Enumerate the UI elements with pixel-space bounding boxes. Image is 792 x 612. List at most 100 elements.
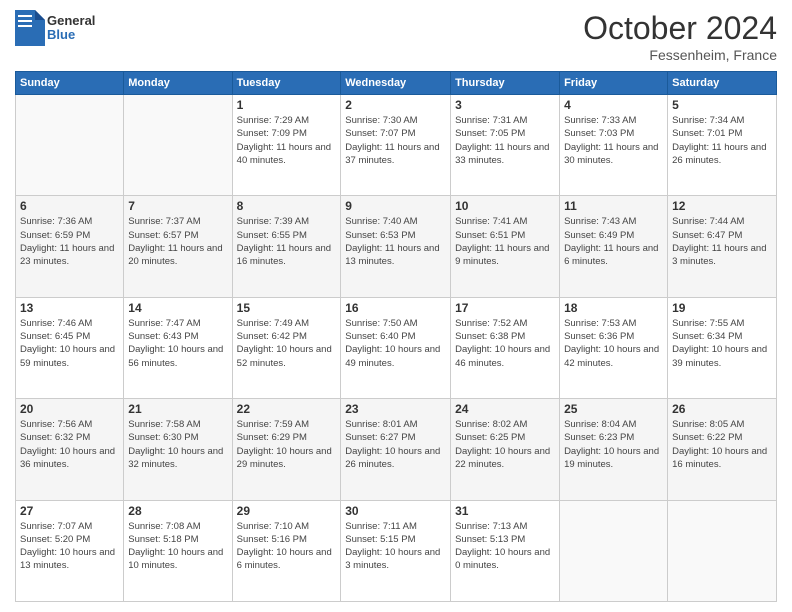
calendar-cell: 29 Sunrise: 7:10 AMSunset: 5:16 PMDayligh… — [232, 500, 341, 601]
day-number: 5 — [672, 98, 772, 112]
day-info: Sunrise: 7:49 AMSunset: 6:42 PMDaylight:… — [237, 317, 337, 370]
calendar-cell: 5 Sunrise: 7:34 AMSunset: 7:01 PMDaylight… — [668, 95, 777, 196]
calendar-cell: 14Sunrise: 7:47 AMSunset: 6:43 PMDayligh… — [124, 297, 232, 398]
day-number: 3 — [455, 98, 555, 112]
day-header-tuesday: Tuesday — [232, 72, 341, 95]
calendar-cell: 31 Sunrise: 7:13 AMSunset: 5:13 PMDayligh… — [451, 500, 560, 601]
calendar-cell: 22 Sunrise: 7:59 AMSunset: 6:29 PMDayligh… — [232, 399, 341, 500]
day-info: Sunrise: 7:10 AMSunset: 5:16 PMDaylight:… — [237, 520, 337, 573]
calendar-cell: 28Sunrise: 7:08 AMSunset: 5:18 PMDayligh… — [124, 500, 232, 601]
calendar-cell: 26 Sunrise: 8:05 AMSunset: 6:22 PMDayligh… — [668, 399, 777, 500]
calendar-cell: 20 Sunrise: 7:56 AMSunset: 6:32 PMDayligh… — [16, 399, 124, 500]
calendar-cell — [124, 95, 232, 196]
calendar-cell: 16 Sunrise: 7:50 AMSunset: 6:40 PMDayligh… — [341, 297, 451, 398]
day-info: Sunrise: 8:01 AMSunset: 6:27 PMDaylight:… — [345, 418, 446, 471]
day-number: 25 — [564, 402, 663, 416]
calendar-cell — [16, 95, 124, 196]
calendar-cell: 11Sunrise: 7:43 AMSunset: 6:49 PMDayligh… — [560, 196, 668, 297]
day-info: Sunrise: 7:52 AMSunset: 6:38 PMDaylight:… — [455, 317, 555, 370]
calendar-cell: 4 Sunrise: 7:33 AMSunset: 7:03 PMDaylight… — [560, 95, 668, 196]
day-info: Sunrise: 7:44 AMSunset: 6:47 PMDaylight:… — [672, 215, 772, 268]
logo: General Blue — [15, 10, 95, 46]
day-number: 6 — [20, 199, 119, 213]
day-info: Sunrise: 7:55 AMSunset: 6:34 PMDaylight:… — [672, 317, 772, 370]
day-header-sunday: Sunday — [16, 72, 124, 95]
day-info: Sunrise: 7:40 AMSunset: 6:53 PMDaylight:… — [345, 215, 446, 268]
day-number: 8 — [237, 199, 337, 213]
day-info: Sunrise: 7:31 AMSunset: 7:05 PMDaylight:… — [455, 114, 555, 167]
logo-general: General — [47, 14, 95, 28]
day-header-saturday: Saturday — [668, 72, 777, 95]
day-info: Sunrise: 8:05 AMSunset: 6:22 PMDaylight:… — [672, 418, 772, 471]
calendar-cell: 1 Sunrise: 7:29 AMSunset: 7:09 PMDaylight… — [232, 95, 341, 196]
day-header-thursday: Thursday — [451, 72, 560, 95]
calendar-cell: 23 Sunrise: 8:01 AMSunset: 6:27 PMDayligh… — [341, 399, 451, 500]
day-info: Sunrise: 7:58 AMSunset: 6:30 PMDaylight:… — [128, 418, 227, 471]
day-number: 9 — [345, 199, 446, 213]
month-title: October 2024 — [583, 10, 777, 47]
logo-icon — [15, 10, 45, 46]
day-number: 24 — [455, 402, 555, 416]
calendar-page: General Blue October 2024 Fessenheim, Fr… — [0, 0, 792, 612]
day-number: 31 — [455, 504, 555, 518]
day-info: Sunrise: 7:11 AMSunset: 5:15 PMDaylight:… — [345, 520, 446, 573]
logo-text: General Blue — [47, 14, 95, 43]
day-info: Sunrise: 7:41 AMSunset: 6:51 PMDaylight:… — [455, 215, 555, 268]
day-number: 12 — [672, 199, 772, 213]
calendar-cell: 30 Sunrise: 7:11 AMSunset: 5:15 PMDayligh… — [341, 500, 451, 601]
day-number: 22 — [237, 402, 337, 416]
calendar-cell: 24 Sunrise: 8:02 AMSunset: 6:25 PMDayligh… — [451, 399, 560, 500]
day-info: Sunrise: 7:53 AMSunset: 6:36 PMDaylight:… — [564, 317, 663, 370]
calendar-week-row: 20 Sunrise: 7:56 AMSunset: 6:32 PMDayligh… — [16, 399, 777, 500]
day-info: Sunrise: 7:13 AMSunset: 5:13 PMDaylight:… — [455, 520, 555, 573]
day-info: Sunrise: 7:30 AMSunset: 7:07 PMDaylight:… — [345, 114, 446, 167]
logo-blue: Blue — [47, 28, 95, 42]
day-number: 13 — [20, 301, 119, 315]
calendar-cell: 21Sunrise: 7:58 AMSunset: 6:30 PMDayligh… — [124, 399, 232, 500]
header-row: SundayMondayTuesdayWednesdayThursdayFrid… — [16, 72, 777, 95]
calendar-cell — [668, 500, 777, 601]
calendar-cell: 18Sunrise: 7:53 AMSunset: 6:36 PMDayligh… — [560, 297, 668, 398]
calendar-table: SundayMondayTuesdayWednesdayThursdayFrid… — [15, 71, 777, 602]
day-info: Sunrise: 7:08 AMSunset: 5:18 PMDaylight:… — [128, 520, 227, 573]
day-number: 7 — [128, 199, 227, 213]
day-number: 4 — [564, 98, 663, 112]
calendar-cell: 9 Sunrise: 7:40 AMSunset: 6:53 PMDaylight… — [341, 196, 451, 297]
calendar-week-row: 27Sunrise: 7:07 AMSunset: 5:20 PMDayligh… — [16, 500, 777, 601]
day-header-monday: Monday — [124, 72, 232, 95]
day-number: 20 — [20, 402, 119, 416]
day-number: 2 — [345, 98, 446, 112]
title-block: October 2024 Fessenheim, France — [583, 10, 777, 63]
day-info: Sunrise: 7:50 AMSunset: 6:40 PMDaylight:… — [345, 317, 446, 370]
day-number: 30 — [345, 504, 446, 518]
day-number: 1 — [237, 98, 337, 112]
day-info: Sunrise: 8:02 AMSunset: 6:25 PMDaylight:… — [455, 418, 555, 471]
day-info: Sunrise: 7:29 AMSunset: 7:09 PMDaylight:… — [237, 114, 337, 167]
day-header-wednesday: Wednesday — [341, 72, 451, 95]
day-number: 15 — [237, 301, 337, 315]
day-number: 10 — [455, 199, 555, 213]
calendar-cell — [560, 500, 668, 601]
day-info: Sunrise: 7:34 AMSunset: 7:01 PMDaylight:… — [672, 114, 772, 167]
day-info: Sunrise: 7:36 AMSunset: 6:59 PMDaylight:… — [20, 215, 119, 268]
day-info: Sunrise: 7:39 AMSunset: 6:55 PMDaylight:… — [237, 215, 337, 268]
calendar-cell: 13 Sunrise: 7:46 AMSunset: 6:45 PMDayligh… — [16, 297, 124, 398]
day-info: Sunrise: 7:56 AMSunset: 6:32 PMDaylight:… — [20, 418, 119, 471]
day-header-friday: Friday — [560, 72, 668, 95]
day-info: Sunrise: 7:59 AMSunset: 6:29 PMDaylight:… — [237, 418, 337, 471]
calendar-cell: 2 Sunrise: 7:30 AMSunset: 7:07 PMDaylight… — [341, 95, 451, 196]
header: General Blue October 2024 Fessenheim, Fr… — [15, 10, 777, 63]
day-number: 29 — [237, 504, 337, 518]
calendar-cell: 3 Sunrise: 7:31 AMSunset: 7:05 PMDaylight… — [451, 95, 560, 196]
day-info: Sunrise: 7:07 AMSunset: 5:20 PMDaylight:… — [20, 520, 119, 573]
day-number: 26 — [672, 402, 772, 416]
day-number: 14 — [128, 301, 227, 315]
day-info: Sunrise: 7:43 AMSunset: 6:49 PMDaylight:… — [564, 215, 663, 268]
calendar-cell: 6 Sunrise: 7:36 AMSunset: 6:59 PMDaylight… — [16, 196, 124, 297]
day-info: Sunrise: 7:46 AMSunset: 6:45 PMDaylight:… — [20, 317, 119, 370]
day-info: Sunrise: 7:33 AMSunset: 7:03 PMDaylight:… — [564, 114, 663, 167]
day-number: 16 — [345, 301, 446, 315]
calendar-week-row: 6 Sunrise: 7:36 AMSunset: 6:59 PMDaylight… — [16, 196, 777, 297]
day-number: 23 — [345, 402, 446, 416]
calendar-cell: 10 Sunrise: 7:41 AMSunset: 6:51 PMDayligh… — [451, 196, 560, 297]
